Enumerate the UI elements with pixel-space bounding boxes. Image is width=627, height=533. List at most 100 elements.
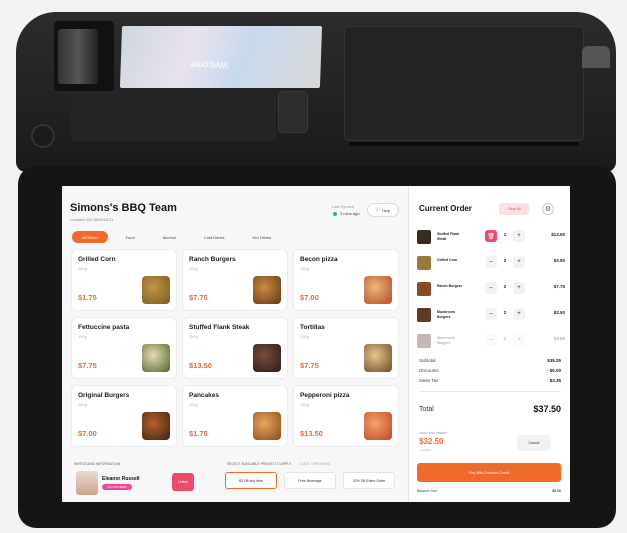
order-item-price: $3.50 [553,310,565,315]
pay-button[interactable]: Pay With Cashless Credit [417,463,561,482]
customer-badge: #CUSTOMER [102,484,132,490]
plus-icon[interactable]: + [513,334,525,346]
help-circle-icon: ⓘ [375,207,380,212]
menu-card[interactable]: Ranch Burgers 150g $7.75 [183,250,287,310]
receipt-printer [54,21,114,91]
total-row: Total $37.50 [419,404,561,414]
order-item-price: $7.75 [553,284,565,289]
tab-food[interactable]: Food [116,231,145,243]
food-image [142,412,170,440]
menu-item-name: Tortillas [300,324,325,331]
tab-all-menu[interactable]: All Menu [72,231,108,243]
help-button[interactable]: ⓘ Help [367,203,399,217]
trash-icon[interactable]: 🗑 [485,230,497,242]
menu-pane: Simons's BBQ Team Location ID# SIMON123 … [62,186,408,502]
sync-status-dot-icon [333,212,337,216]
plus-icon[interactable]: + [513,256,525,268]
credit-value: $32.50 [419,437,444,446]
plus-icon[interactable]: + [513,230,525,242]
menu-card[interactable]: Becon pizza 150g $7.00 [294,250,398,310]
avatar [76,471,98,495]
menu-item-price: $1.75 [78,293,97,302]
food-image [253,276,281,304]
order-title: Current Order [419,204,472,213]
tab-cold-drinks[interactable]: Cold Drinks [194,231,235,243]
menu-item-weight: 150g [300,402,309,407]
unlink-button[interactable]: Unlink [172,473,194,491]
menu-item-price: $13.50 [300,429,323,438]
menu-item-price: $13.50 [189,361,212,370]
promo-button-2[interactable]: Free Beverage [284,472,336,489]
menu-card[interactable]: Pancakes 150g $1.75 [183,386,287,446]
discounts-row: Discounts - $5.00 [419,368,561,373]
menu-item-price: $7.00 [300,293,319,302]
order-item: Stuffed Flank Steak 🗑 1 + $13.50 [417,228,565,248]
minus-icon[interactable]: – [485,282,497,294]
order-item-image [417,230,431,244]
pos-screen: Simons's BBQ Team Location ID# SIMON123 … [62,186,570,502]
menu-card[interactable]: Original Burgers 150g $7.00 [72,386,176,446]
plus-icon[interactable]: + [513,282,525,294]
menu-card[interactable]: Pepperoni pizza 150g $13.50 [294,386,398,446]
minus-icon[interactable]: – [485,334,497,346]
menu-card[interactable]: Stuffed Flank Steak 150g $13.50 [183,318,287,378]
cancel-button[interactable]: Cancel [517,435,551,451]
order-item-price: $13.50 [551,232,565,237]
order-item-qty: 2 [503,284,507,289]
discounts-value: - $5.00 [546,368,561,373]
power-button[interactable] [582,46,610,68]
menu-card[interactable]: Grilled Corn 150g $1.75 [72,250,176,310]
location-id: Location ID# SIMON123 [70,217,114,222]
order-item-price: $3.50 [553,336,565,341]
tab-alcohol[interactable]: Alcohol [153,231,186,243]
menu-item-price: $1.75 [189,429,208,438]
customer-display: Welcome [119,26,323,88]
food-image [142,344,170,372]
menu-item-name: Grilled Corn [78,256,116,263]
gear-icon[interactable]: ⚙ [542,203,554,215]
menu-card[interactable]: Fettuccine pasta 150g $7.75 [72,318,176,378]
order-item-qty: 2 [503,336,507,341]
order-item-image [417,334,431,348]
total-value: $37.50 [533,404,561,414]
totals-divider [419,391,561,392]
balance-label: Balance Due [417,489,438,493]
subtotal-label: Subtotal [419,358,436,363]
menu-item-weight: 150g [78,402,87,407]
food-image [364,276,392,304]
minus-icon[interactable]: – [485,308,497,320]
promo-button-1[interactable]: $3 Off Any Item [225,472,277,489]
order-item-qty: 1 [503,232,507,237]
help-label: Help [381,207,391,213]
order-item-name: Ranch Burgers [437,284,463,288]
promo-button-3[interactable]: 20% Off Entire Order [343,472,395,489]
order-pane: Current Order Clear All ⚙ Stuffed Flank … [408,186,570,502]
menu-item-price: $7.75 [78,361,97,370]
order-item-qty: 2 [503,258,507,263]
menu-item-name: Stuffed Flank Steak [189,324,250,331]
order-item: Mushroom Burgers – 2 + $3.50 [417,332,565,352]
promo-sublabel: (LAST 3 PROMOS) [300,462,331,466]
plus-icon[interactable]: + [513,308,525,320]
clear-all-button[interactable]: Clear All [499,203,529,215]
order-item-price: $3.50 [553,258,565,263]
tax-label: Sales Tax [419,378,439,383]
order-item-qty: 2 [503,310,507,315]
menu-item-name: Ranch Burgers [189,256,236,263]
menu-item-weight: 150g [300,334,309,339]
menu-item-weight: 150g [78,266,87,271]
menu-item-weight: 150g [189,402,198,407]
order-item: Grilled Corn – 2 + $3.50 [417,254,565,274]
menu-card[interactable]: Tortillas 150g $7.75 [294,318,398,378]
tab-hot-drinks[interactable]: Hot Drinks [242,231,281,243]
subtotal-value: $35.25 [547,358,561,363]
food-image [142,276,170,304]
order-item-name: Stuffed Flank Steak [437,232,460,241]
order-item-image [417,282,431,296]
menu-item-name: Pancakes [189,392,219,399]
credit-sub: Available [419,448,432,452]
order-totals: Subtotal $35.25 Discounts - $5.00 Sales Ta… [419,358,561,388]
balance-row: Balance Due $5.00 [417,489,561,493]
menu-item-weight: 150g [300,266,309,271]
minus-icon[interactable]: – [485,256,497,268]
